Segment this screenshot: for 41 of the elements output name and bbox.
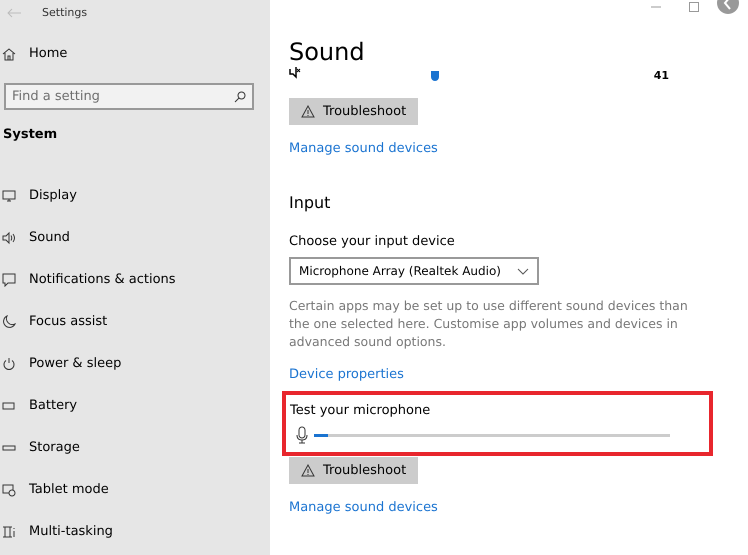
speaker-icon	[289, 67, 301, 81]
sidebar-item[interactable]: Multi-tasking	[29, 522, 113, 542]
display-icon	[2, 188, 16, 202]
section-heading: Input	[289, 192, 332, 214]
sidebar-item[interactable]: Battery	[29, 396, 78, 416]
sidebar-item[interactable]: Home	[29, 44, 68, 64]
troubleshoot-button[interactable]: Troubleshoot	[289, 457, 418, 484]
troubleshoot-button[interactable]: Troubleshoot	[289, 98, 418, 125]
sidebar-item[interactable]: Tablet mode	[29, 480, 109, 500]
sidebar-item[interactable]: Storage	[29, 438, 80, 458]
volume-reading: 41	[654, 71, 669, 81]
speech-bubble-icon	[2, 272, 16, 286]
search-field[interactable]: Find a setting	[4, 83, 254, 110]
sidebar-item[interactable]: Power & sleep	[29, 354, 122, 374]
back-arrow-icon[interactable]	[6, 7, 22, 19]
sidebar-item[interactable]: Notifications & actions	[29, 270, 176, 290]
moon-icon	[2, 314, 16, 328]
link[interactable]: Manage sound devices	[289, 141, 438, 156]
chevron-down-icon	[517, 268, 529, 274]
sidebar-item[interactable]: Sound	[29, 228, 70, 248]
sidebar-item[interactable]: Display	[29, 186, 77, 206]
window-title: Settings	[42, 4, 88, 21]
link[interactable]: Device properties	[289, 367, 404, 382]
warning-icon	[301, 105, 315, 118]
sidebar-item[interactable]: Focus assist	[29, 312, 108, 332]
device-dropdown[interactable]: Microphone Array (Realtek Audio)	[289, 257, 539, 285]
warning-icon	[301, 464, 315, 477]
maximize-icon[interactable]	[689, 2, 699, 12]
description-text: Certain apps may be set up to use different sound devices than the one selected here. Customise app volumes and devices in advanced sound options.	[289, 297, 689, 351]
multitask-icon	[2, 524, 16, 538]
field-label: Test your microphone	[290, 402, 432, 420]
search-icon	[234, 91, 246, 103]
page-title: Sound	[289, 37, 366, 67]
section-heading: System	[3, 126, 58, 144]
link[interactable]: Manage sound devices	[289, 500, 438, 515]
field-label: Choose your input device	[289, 232, 456, 250]
microphone-icon	[296, 426, 308, 444]
speaker-icon	[2, 230, 16, 244]
home-icon	[2, 47, 16, 61]
power-icon	[2, 356, 16, 370]
slider-thumb[interactable]	[431, 71, 439, 81]
